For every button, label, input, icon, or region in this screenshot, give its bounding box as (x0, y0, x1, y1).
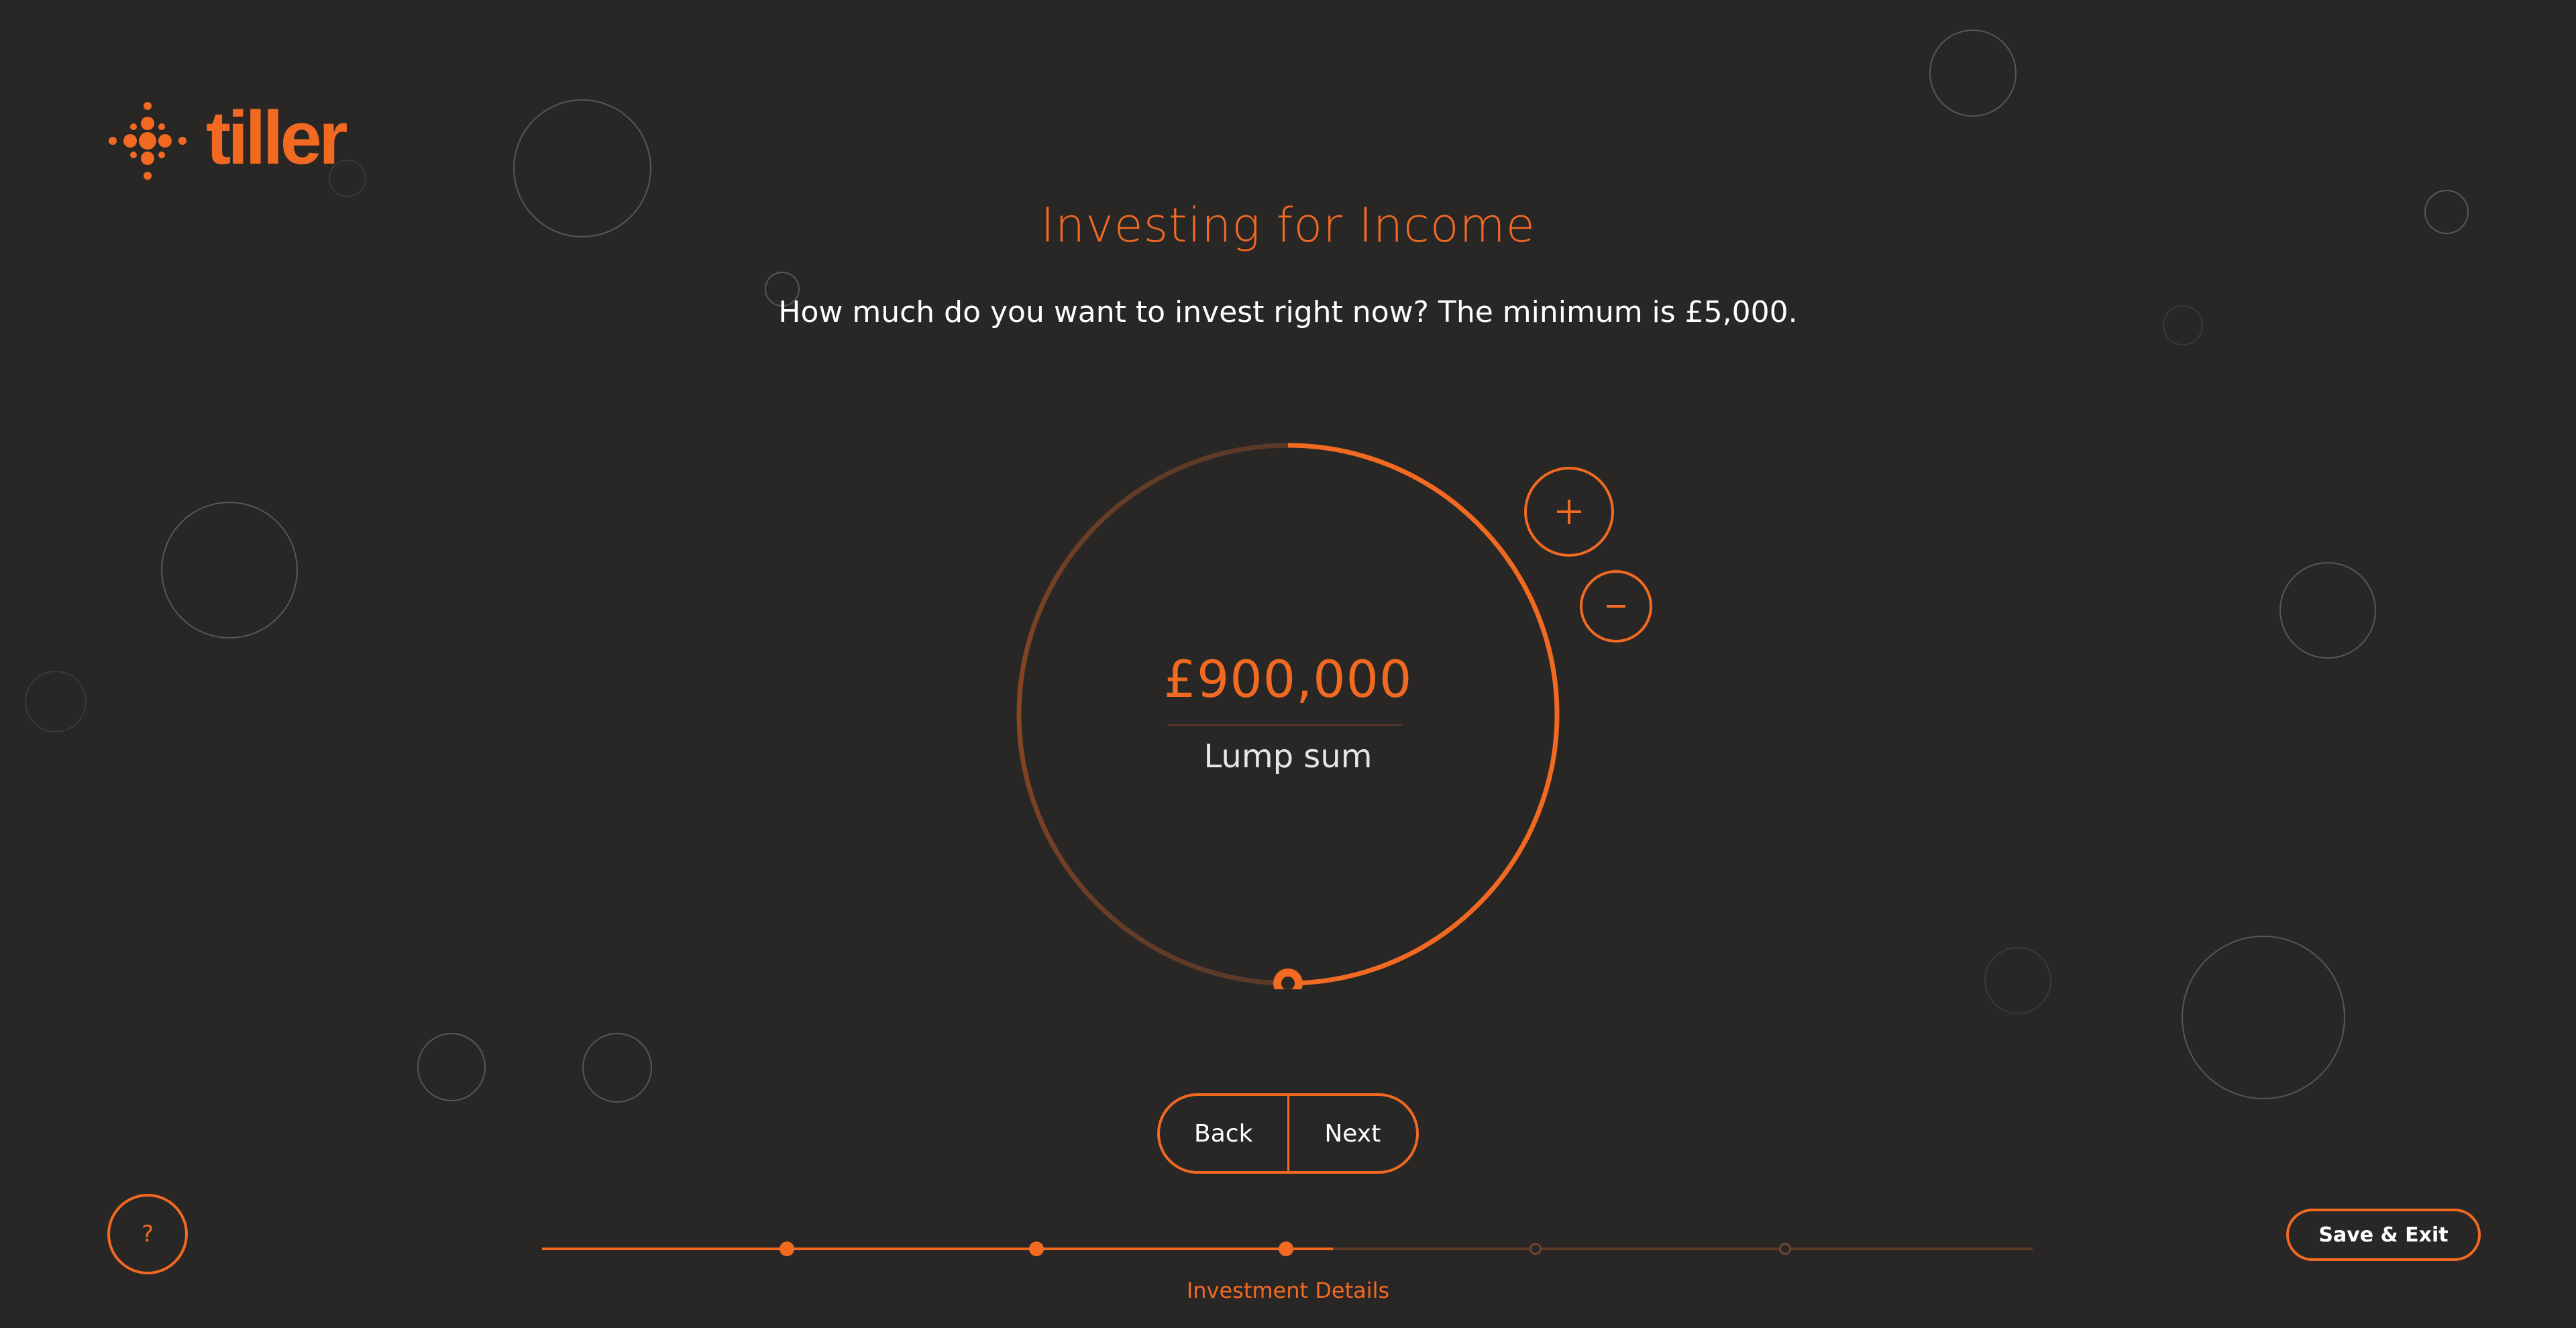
tiller-logo[interactable]: tiller (104, 94, 348, 188)
back-button[interactable]: Back (1160, 1096, 1287, 1171)
increase-amount-button[interactable] (1524, 467, 1614, 557)
next-button[interactable]: Next (1289, 1096, 1417, 1171)
progress-step-pending (1779, 1243, 1791, 1255)
help-button[interactable]: ? (107, 1194, 188, 1274)
background-bubble (161, 502, 298, 639)
dial-ring (1016, 443, 1560, 989)
progress-step-completed (780, 1241, 794, 1256)
progress-fill (542, 1248, 1333, 1250)
dial-handle[interactable] (1273, 969, 1303, 989)
progress-step-pending (1529, 1243, 1542, 1255)
dial-progress-arc (1287, 443, 1560, 986)
background-bubble (2182, 936, 2345, 1099)
page: tiller Investing for Income How much do … (0, 0, 2576, 1328)
question-text: How much do you want to invest right now… (778, 295, 1798, 329)
page-title: Investing for Income (1040, 198, 1536, 253)
background-bubble (2279, 562, 2376, 659)
progress-step-label: Investment Details (1186, 1278, 1390, 1303)
plus-icon (1557, 500, 1581, 524)
decrease-amount-button[interactable] (1580, 570, 1652, 643)
amount-dial[interactable] (1013, 439, 1563, 989)
minus-icon (1607, 605, 1625, 608)
background-bubble (582, 1033, 652, 1103)
amount-label: Lump sum (1203, 738, 1373, 775)
amount-divider (1167, 724, 1402, 726)
background-bubble (25, 671, 87, 732)
dial-track (1016, 443, 1289, 986)
save-exit-button[interactable]: Save & Exit (2286, 1209, 2481, 1261)
amount-value[interactable]: £900,000 (1030, 649, 1546, 709)
progress-step-completed (1279, 1241, 1293, 1256)
back-next-group: Back Next (1157, 1093, 1419, 1174)
progress-step-completed (1029, 1241, 1044, 1256)
background-bubble (1929, 30, 2017, 117)
logo-mark-icon (109, 102, 186, 180)
logo-wordmark: tiller (206, 96, 348, 180)
background-bubble (417, 1033, 486, 1101)
background-bubble (1984, 947, 2051, 1014)
